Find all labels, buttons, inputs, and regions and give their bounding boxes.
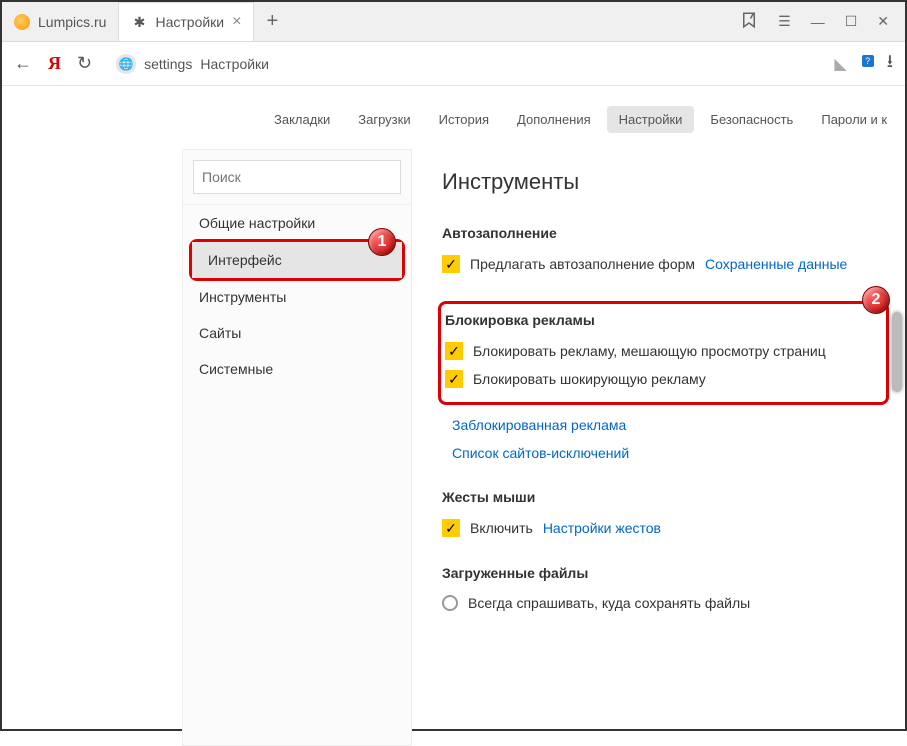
checkbox-label-block-ads: Блокировать рекламу, мешающую просмотру … bbox=[473, 343, 826, 359]
section-title-autofill: Автозаполнение bbox=[442, 225, 885, 241]
checkbox-block-shocking[interactable]: ✓ bbox=[445, 370, 463, 388]
section-adblock: 2 Блокировка рекламы ✓ Блокировать рекла… bbox=[442, 301, 885, 461]
browser-tab-settings[interactable]: ✱ Настройки × bbox=[118, 2, 254, 41]
title-bar: Lumpics.ru ✱ Настройки × + ☰ — ☐ ✕ bbox=[2, 2, 905, 42]
section-title-downloads: Загруженные файлы bbox=[442, 565, 885, 581]
annotation-highlight-2: 2 Блокировка рекламы ✓ Блокировать рекла… bbox=[438, 301, 889, 405]
new-tab-button[interactable]: + bbox=[254, 10, 290, 33]
window-controls: ☰ — ☐ ✕ bbox=[740, 11, 905, 32]
page-title: Инструменты bbox=[442, 169, 885, 195]
nav-tab-passwords[interactable]: Пароли и к bbox=[809, 106, 899, 133]
toolbar: ← Я ↻ 🌐 settings Настройки ◣ ? ⭳ bbox=[2, 42, 905, 86]
settings-sidebar: Общие настройки 1 Интерфейс Инструменты … bbox=[182, 149, 412, 746]
sidebar-item-tools[interactable]: Инструменты bbox=[183, 279, 411, 315]
checkbox-block-ads[interactable]: ✓ bbox=[445, 342, 463, 360]
section-gestures: Жесты мыши ✓ Включить Настройки жестов bbox=[442, 489, 885, 537]
yandex-home-button[interactable]: Я bbox=[48, 53, 61, 74]
back-button[interactable]: ← bbox=[14, 53, 32, 74]
sidebar-item-system[interactable]: Системные bbox=[183, 351, 411, 387]
checkbox-label-gestures: Включить bbox=[470, 520, 533, 536]
annotation-highlight-1: 1 Интерфейс bbox=[189, 239, 405, 281]
checkbox-autofill[interactable]: ✓ bbox=[442, 255, 460, 273]
annotation-badge-2: 2 bbox=[862, 286, 890, 314]
nav-tab-addons[interactable]: Дополнения bbox=[505, 106, 603, 133]
tab-close-icon[interactable]: × bbox=[232, 13, 241, 31]
section-title-adblock: Блокировка рекламы bbox=[445, 312, 876, 328]
address-bar[interactable]: 🌐 settings Настройки ◣ bbox=[108, 50, 855, 78]
favorites-icon[interactable] bbox=[740, 11, 758, 32]
nav-tab-settings[interactable]: Настройки bbox=[607, 106, 695, 133]
link-blocked-ads[interactable]: Заблокированная реклама bbox=[452, 417, 885, 433]
link-gesture-settings[interactable]: Настройки жестов bbox=[543, 520, 661, 536]
close-icon[interactable]: ✕ bbox=[877, 13, 889, 30]
nav-tab-bookmarks[interactable]: Закладки bbox=[262, 106, 342, 133]
sidebar-search-input[interactable] bbox=[193, 160, 401, 194]
checkbox-label-autofill: Предлагать автозаполнение форм bbox=[470, 256, 695, 272]
orange-icon bbox=[14, 14, 30, 30]
address-text-right: Настройки bbox=[200, 56, 269, 72]
scrollbar-thumb[interactable] bbox=[892, 312, 902, 392]
settings-content: Инструменты Автозаполнение ✓ Предлагать … bbox=[412, 149, 905, 746]
tab-label: Lumpics.ru bbox=[38, 14, 106, 30]
bookmark-icon[interactable]: ◣ bbox=[834, 54, 846, 74]
section-downloads: Загруженные файлы Всегда спрашивать, куд… bbox=[442, 565, 885, 611]
nav-tab-history[interactable]: История bbox=[427, 106, 501, 133]
main-area: Общие настройки 1 Интерфейс Инструменты … bbox=[2, 149, 905, 746]
sidebar-item-sites[interactable]: Сайты bbox=[183, 315, 411, 351]
settings-nav: Закладки Загрузки История Дополнения Нас… bbox=[2, 86, 905, 149]
menu-icon[interactable]: ☰ bbox=[778, 13, 791, 30]
browser-tab-lumpics[interactable]: Lumpics.ru bbox=[2, 2, 118, 41]
radio-always-ask[interactable] bbox=[442, 595, 458, 611]
nav-tab-security[interactable]: Безопасность bbox=[698, 106, 805, 133]
address-text-left: settings bbox=[144, 56, 192, 72]
maximize-icon[interactable]: ☐ bbox=[845, 13, 858, 30]
globe-icon: 🌐 bbox=[116, 54, 136, 74]
annotation-badge-1: 1 bbox=[368, 228, 396, 256]
checkbox-label-block-shocking: Блокировать шокирующую рекламу bbox=[473, 371, 706, 387]
radio-label-always-ask: Всегда спрашивать, куда сохранять файлы bbox=[468, 595, 750, 611]
checkbox-gestures[interactable]: ✓ bbox=[442, 519, 460, 537]
section-title-gestures: Жесты мыши bbox=[442, 489, 885, 505]
section-autofill: Автозаполнение ✓ Предлагать автозаполнен… bbox=[442, 225, 885, 273]
tab-label: Настройки bbox=[155, 14, 224, 30]
link-exceptions[interactable]: Список сайтов-исключений bbox=[452, 445, 885, 461]
nav-tab-downloads[interactable]: Загрузки bbox=[346, 106, 422, 133]
reload-button[interactable]: ↻ bbox=[77, 53, 92, 74]
link-saved-data[interactable]: Сохраненные данные bbox=[705, 256, 847, 272]
minimize-icon[interactable]: — bbox=[811, 14, 825, 30]
downloads-icon[interactable]: ⭳ bbox=[887, 49, 893, 79]
gear-icon: ✱ bbox=[131, 14, 147, 30]
